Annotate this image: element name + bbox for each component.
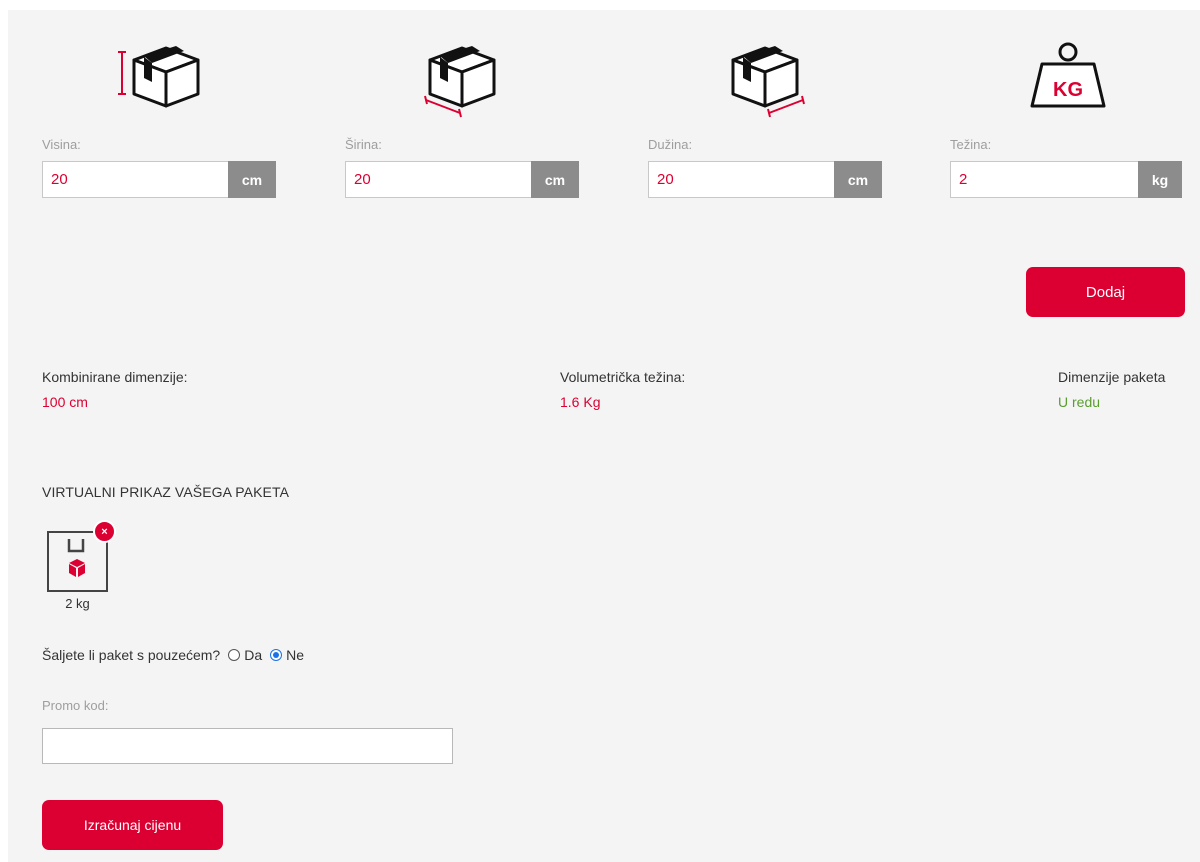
- package-dimensions-status: U redu: [1058, 394, 1101, 410]
- cod-question: Šaljete li paket s pouzećem?: [42, 647, 221, 663]
- cod-option-ne[interactable]: Ne: [286, 647, 304, 663]
- box-length-icon: [721, 38, 813, 123]
- cod-radio-da[interactable]: [228, 649, 241, 661]
- cod-option-da[interactable]: Da: [244, 647, 262, 663]
- height-input[interactable]: [42, 161, 228, 198]
- weight-input-group: kg: [950, 161, 1182, 198]
- length-input[interactable]: [648, 161, 834, 198]
- height-unit: cm: [228, 161, 276, 198]
- length-unit: cm: [834, 161, 882, 198]
- cod-question-row: Šaljete li paket s pouzećem? Da Ne: [42, 647, 304, 663]
- length-label: Dužina:: [648, 137, 693, 152]
- promo-code-input[interactable]: [42, 728, 453, 764]
- kg-weight-icon: KG: [1028, 40, 1108, 115]
- weight-input[interactable]: [950, 161, 1138, 198]
- height-label: Visina:: [42, 137, 81, 152]
- package-weight: 2 kg: [65, 596, 90, 611]
- cod-radio-ne[interactable]: [270, 649, 283, 661]
- shipping-calculator-panel: Visina: cm Širina: cm: [8, 10, 1200, 862]
- remove-package-button[interactable]: ×: [93, 520, 116, 543]
- width-unit: cm: [531, 161, 579, 198]
- box-height-icon: [110, 38, 202, 113]
- height-input-group: cm: [42, 161, 276, 198]
- width-label: Širina:: [345, 137, 382, 152]
- length-input-group: cm: [648, 161, 882, 198]
- combined-dimensions-label: Kombinirane dimenzije:: [42, 369, 188, 385]
- volumetric-weight-label: Volumetrička težina:: [560, 369, 686, 385]
- virtual-preview-title: VIRTUALNI PRIKAZ VAŠEGA PAKETA: [42, 484, 290, 500]
- kg-icon-text: KG: [1053, 79, 1083, 101]
- combined-dimensions-value: 100 cm: [42, 394, 88, 410]
- width-input-group: cm: [345, 161, 579, 198]
- weight-unit: kg: [1138, 161, 1182, 198]
- volumetric-weight-value: 1.6 Kg: [560, 394, 601, 410]
- weight-label: Težina:: [950, 137, 992, 152]
- calculate-price-button[interactable]: Izračunaj cijenu: [42, 800, 223, 850]
- package-icon: [67, 539, 85, 577]
- width-input[interactable]: [345, 161, 531, 198]
- add-button[interactable]: Dodaj: [1026, 267, 1185, 317]
- box-width-icon: [418, 38, 510, 123]
- promo-code-label: Promo kod:: [42, 698, 109, 713]
- package-dimensions-label: Dimenzije paketa: [1058, 369, 1166, 385]
